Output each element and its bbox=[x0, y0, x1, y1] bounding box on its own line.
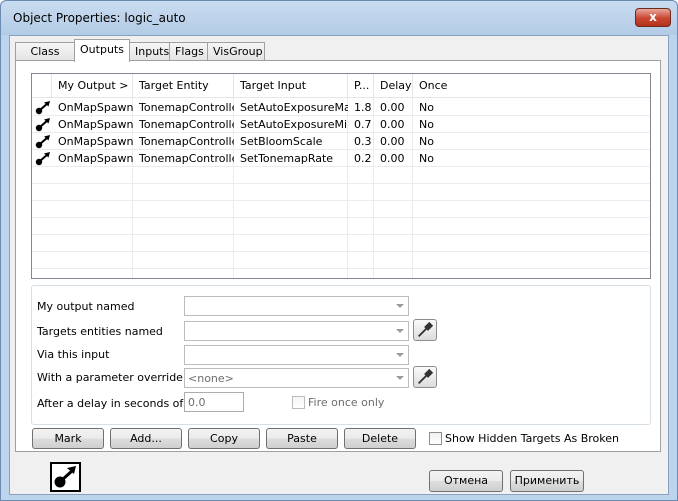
cell-my-output: OnMapSpawn bbox=[58, 118, 133, 131]
parameter-label: With a parameter override of bbox=[37, 371, 198, 384]
header-parameter[interactable]: P... bbox=[348, 74, 374, 98]
tab-class-info[interactable]: Class Info bbox=[15, 42, 75, 71]
delete-button[interactable]: Delete bbox=[344, 428, 416, 449]
pick-parameter-button[interactable] bbox=[413, 366, 437, 388]
target-entity-combo[interactable] bbox=[184, 321, 409, 341]
grid-line bbox=[32, 251, 650, 252]
output-type-icon bbox=[50, 462, 81, 492]
window-title: Object Properties: logic_auto bbox=[13, 11, 186, 25]
show-hidden-checkbox[interactable] bbox=[429, 432, 442, 445]
chevron-down-icon bbox=[396, 376, 404, 380]
tab-outputs[interactable]: Outputs bbox=[74, 39, 130, 62]
header-delay[interactable]: Delay bbox=[374, 74, 413, 98]
apply-button[interactable]: Применить bbox=[510, 470, 584, 492]
cancel-button[interactable]: Отмена bbox=[429, 470, 503, 492]
cell-parameter: 0.3 bbox=[354, 135, 372, 148]
chevron-down-icon bbox=[396, 329, 404, 333]
output-row[interactable]: OnMapSpawn TonemapController SetBloomSca… bbox=[32, 133, 650, 150]
cell-parameter: 1.8 bbox=[354, 101, 372, 114]
output-row[interactable]: OnMapSpawn TonemapController SetAutoExpo… bbox=[32, 116, 650, 133]
cell-parameter: 0.2 bbox=[354, 152, 372, 165]
cell-delay: 0.00 bbox=[380, 152, 405, 165]
cell-target-entity: TonemapController bbox=[139, 118, 234, 131]
grid-line bbox=[32, 268, 650, 269]
cell-once: No bbox=[419, 135, 434, 148]
paste-button[interactable]: Paste bbox=[266, 428, 338, 449]
grid-line bbox=[32, 234, 650, 235]
cell-once: No bbox=[419, 118, 434, 131]
outputs-tab-panel: My Output > Target Entity Target Input P… bbox=[15, 60, 661, 452]
my-output-label: My output named bbox=[37, 300, 135, 313]
add-button[interactable]: Add... bbox=[110, 428, 182, 449]
mark-button[interactable]: Mark bbox=[32, 428, 104, 449]
parameter-value: <none> bbox=[188, 372, 234, 385]
chevron-down-icon bbox=[396, 304, 404, 308]
targets-label: Targets entities named bbox=[37, 325, 163, 338]
eyedropper-icon bbox=[417, 368, 434, 385]
pick-entity-button[interactable] bbox=[413, 319, 437, 341]
header-target-input[interactable]: Target Input bbox=[234, 74, 348, 98]
tab-visgroup[interactable]: VisGroup bbox=[207, 42, 265, 61]
delay-label: After a delay in seconds of bbox=[37, 397, 184, 410]
delay-input[interactable]: 0.0 bbox=[184, 392, 244, 412]
tab-inputs[interactable]: Inputs bbox=[129, 42, 170, 61]
grid-line bbox=[32, 200, 650, 201]
grid-line bbox=[32, 217, 650, 218]
cell-target-input: SetTonemapRate bbox=[240, 152, 334, 165]
target-input-combo[interactable] bbox=[184, 345, 409, 365]
cell-target-entity: TonemapController bbox=[139, 152, 234, 165]
output-arrow-icon bbox=[54, 466, 76, 488]
outputs-list[interactable]: My Output > Target Entity Target Input P… bbox=[31, 73, 651, 279]
chevron-down-icon bbox=[396, 353, 404, 357]
close-button[interactable]: x bbox=[635, 8, 671, 27]
cell-delay: 0.00 bbox=[380, 118, 405, 131]
tab-flags[interactable]: Flags bbox=[169, 42, 208, 61]
cell-target-entity: TonemapController bbox=[139, 101, 234, 114]
list-header: My Output > Target Entity Target Input P… bbox=[32, 74, 650, 98]
dialog-client-area: Class Info Outputs Inputs Flags VisGroup… bbox=[9, 35, 669, 495]
cell-once: No bbox=[419, 152, 434, 165]
cell-my-output: OnMapSpawn bbox=[58, 152, 133, 165]
cell-target-entity: TonemapController bbox=[139, 135, 234, 148]
output-arrow-icon bbox=[35, 118, 50, 132]
output-row[interactable]: OnMapSpawn TonemapController SetAutoExpo… bbox=[32, 99, 650, 116]
output-arrow-icon bbox=[35, 101, 50, 115]
cell-target-input: SetAutoExposureMax bbox=[240, 101, 348, 114]
cell-my-output: OnMapSpawn bbox=[58, 135, 133, 148]
via-input-label: Via this input bbox=[37, 348, 110, 361]
parameter-combo[interactable]: <none> bbox=[184, 368, 409, 388]
fire-once-checkbox[interactable] bbox=[292, 396, 305, 409]
cell-target-input: SetBloomScale bbox=[240, 135, 323, 148]
output-arrow-icon bbox=[35, 152, 50, 166]
header-once[interactable]: Once bbox=[413, 74, 650, 98]
my-output-combo[interactable] bbox=[184, 296, 409, 316]
cell-my-output: OnMapSpawn bbox=[58, 101, 133, 114]
cell-delay: 0.00 bbox=[380, 101, 405, 114]
cell-parameter: 0.7 bbox=[354, 118, 372, 131]
show-hidden-label: Show Hidden Targets As Broken bbox=[445, 432, 619, 445]
header-target-entity[interactable]: Target Entity bbox=[133, 74, 234, 98]
cell-target-input: SetAutoExposureMin bbox=[240, 118, 348, 131]
cell-delay: 0.00 bbox=[380, 135, 405, 148]
header-my-output[interactable]: My Output > bbox=[52, 74, 133, 98]
cell-once: No bbox=[419, 101, 434, 114]
output-arrow-icon bbox=[35, 135, 50, 149]
grid-line bbox=[32, 183, 650, 184]
header-icon-column bbox=[32, 74, 52, 98]
output-row[interactable]: OnMapSpawn TonemapController SetTonemapR… bbox=[32, 150, 650, 167]
properties-window: Object Properties: logic_auto x Class In… bbox=[0, 0, 678, 501]
fire-once-label: Fire once only bbox=[308, 396, 385, 409]
output-edit-group: My output named Targets entities named V… bbox=[31, 285, 651, 425]
title-bar[interactable]: Object Properties: logic_auto x bbox=[1, 1, 677, 35]
copy-button[interactable]: Copy bbox=[188, 428, 260, 449]
eyedropper-icon bbox=[417, 321, 434, 338]
close-icon: x bbox=[649, 10, 657, 24]
